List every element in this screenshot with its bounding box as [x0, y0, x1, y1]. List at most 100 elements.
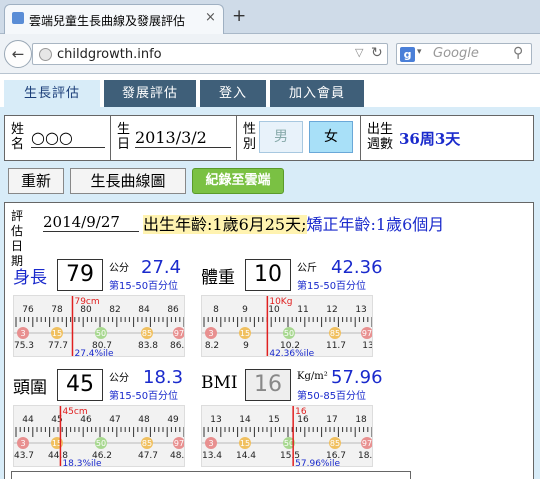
male-button[interactable]: 男: [259, 121, 303, 153]
browser-tab[interactable]: 雲端兒童生長曲線及發展評估 ×: [4, 4, 224, 34]
marker-percentile-label: 42.36%ile: [269, 349, 314, 357]
ruler-top-label: 12: [326, 305, 337, 315]
name-field[interactable]: ○○○: [31, 128, 105, 148]
percentile-range: 第15-50百分位: [109, 281, 179, 292]
marker-value-label: 79cm: [74, 297, 99, 307]
ruler-bottom-label: 11.7: [326, 341, 346, 351]
percentile-value: 18.3: [143, 367, 184, 388]
percentile-badge-label: 15: [240, 329, 250, 338]
tab-close-icon[interactable]: ×: [205, 10, 216, 25]
length-input[interactable]: 79: [57, 259, 103, 291]
google-icon[interactable]: g: [400, 47, 415, 62]
ruler-bottom-label: 86.2: [170, 341, 185, 351]
marker-percentile-label: 27.4%ile: [74, 349, 114, 357]
ruler-top-label: 47: [109, 415, 120, 425]
ruler-bottom-label: 77.7: [48, 341, 68, 351]
ruler-top-label: 44: [22, 415, 34, 425]
percentile-badge-label: 50: [96, 439, 106, 448]
eval-date-field[interactable]: 2014/9/27: [43, 213, 139, 232]
ruler-bottom-label: 43.7: [14, 451, 34, 461]
measure-label: 體重: [201, 268, 235, 288]
name-cell: 姓名 ○○○: [5, 116, 111, 160]
ruler-svg: 44 45 46 47 48 493 15 50 85 9743.7 44.8 46.2 47.7 48.…: [14, 406, 184, 466]
patient-info-row: 姓名 ○○○ 生日 2013/3/2 性別 男 女 出生 週數 36周3天: [4, 115, 534, 161]
gestation-value: 36周3天: [399, 130, 461, 148]
search-icon[interactable]: ⚲: [513, 45, 523, 61]
birthdate-label: 生日: [117, 122, 131, 152]
percentile-badge-label: 85: [142, 439, 152, 448]
marker-percentile-label: 57.96%ile: [295, 459, 340, 467]
percentile-ruler: 8 9 10 11 12 13 3 15 50 85 97 8.2 9 10.2 11.7 13 10Kg 42.…: [201, 295, 373, 357]
percentile-badge-label: 3: [208, 439, 213, 448]
percentile-badge-label: 3: [208, 329, 213, 338]
chronological-age: 出生年齡:1歲6月25天;: [143, 215, 307, 234]
tab-register[interactable]: 加入會員: [270, 80, 364, 107]
ruler-top-label: 8: [213, 305, 219, 315]
new-tab-icon[interactable]: +: [232, 8, 246, 25]
tab-login[interactable]: 登入: [200, 80, 266, 107]
percentile-ruler: 13 14 15 16 17 18 3 15 50 85 97 13.4 14.4 15.5 16.7 18.…: [201, 405, 373, 467]
measure-bmi: BMI 16 Kg/m² 57.96 第50-85百分位 13 14 15 16 17 1…: [201, 365, 385, 467]
ruler-top-label: 13: [210, 415, 221, 425]
percentile-badge-label: 3: [20, 329, 25, 338]
unit-label: Kg/m²: [297, 371, 328, 382]
ruler-top-label: 82: [109, 305, 120, 315]
percentile-badge-label: 97: [174, 439, 184, 448]
ruler-top-label: 15: [268, 415, 279, 425]
ruler-bottom-label: 18.1: [358, 451, 373, 461]
percentile-range: 第50-85百分位: [297, 391, 367, 402]
birthdate-cell: 生日 2013/3/2: [111, 116, 237, 160]
ruler-top-label: 48: [138, 415, 150, 425]
ruler-bottom-label: 9: [243, 341, 249, 351]
globe-icon: [39, 48, 52, 61]
percentile-value: 42.36: [331, 257, 383, 278]
ruler-bottom-label: 13.4: [202, 451, 222, 461]
ruler-bottom-label: 8.2: [205, 341, 219, 351]
save-cloud-button[interactable]: 紀錄至雲端: [192, 168, 284, 194]
female-button[interactable]: 女: [309, 121, 353, 153]
percentile-ruler: 44 45 46 47 48 49 3 15 50 85 97 43.7 44.8 46.2 47.7 48.…: [13, 405, 185, 467]
bmi-output: 16: [245, 369, 291, 401]
main-menu: 生長評估 發展評估 登入 加入會員: [0, 75, 540, 107]
head-input[interactable]: 45: [57, 369, 103, 401]
marker-value-label: 16: [295, 407, 307, 417]
ruler-bottom-label: 75.3: [14, 341, 34, 351]
unit-label: 公分: [109, 373, 129, 384]
name-label: 姓名: [11, 122, 25, 152]
weight-input[interactable]: 10: [245, 259, 291, 291]
reload-icon[interactable]: ↻: [371, 45, 383, 61]
growth-curve-button[interactable]: 生長曲線圖: [70, 168, 186, 194]
percentile-badge-label: 97: [362, 439, 372, 448]
percentile-value: 27.4: [141, 257, 182, 278]
tab-growth-eval[interactable]: 生長評估: [4, 80, 100, 107]
measure-length: 身長 79 公分 27.4 第15-50百分位 76 78 80 82 84 86 3 15 5…: [13, 255, 197, 357]
ruler-top-label: 13: [355, 305, 366, 315]
percentile-ruler: 76 78 80 82 84 86 3 15 50 85 97 75.3 77.7 80.7 83.8 86.…: [13, 295, 185, 357]
percentile-range: 第15-50百分位: [297, 281, 367, 292]
measure-label: 頭圍: [13, 378, 47, 398]
dropdown-arrow-icon[interactable]: ▽: [355, 46, 363, 59]
ruler-top-label: 49: [167, 415, 179, 425]
measure-head: 頭圍 45 公分 18.3 第15-50百分位 44 45 46 47 48 49 3 15 5…: [13, 365, 197, 467]
lower-panel: [11, 471, 411, 479]
ruler-top-label: 76: [22, 305, 34, 315]
percentile-badge-label: 97: [362, 329, 372, 338]
percentile-range: 第15-50百分位: [109, 391, 179, 402]
measure-weight: 體重 10 公斤 42.36 第15-50百分位 8 9 10 11 12 13 3 15 50…: [201, 255, 385, 357]
ruler-top-label: 9: [242, 305, 248, 315]
reset-button[interactable]: 重新: [8, 168, 64, 194]
percentile-badge-label: 3: [20, 439, 25, 448]
search-input[interactable]: Google: [433, 46, 479, 61]
ruler-svg: 13 14 15 16 17 183 15 50 85 9713.4 14.4 15.5 16.7 18.…: [202, 406, 373, 467]
back-button[interactable]: ←: [4, 40, 32, 68]
birthdate-field[interactable]: 2013/3/2: [135, 128, 231, 148]
address-bar[interactable]: childgrowth.info ▽ ↻: [32, 43, 388, 65]
unit-label: 公斤: [297, 263, 317, 274]
engine-dropdown-icon[interactable]: ▾: [417, 47, 422, 57]
percentile-badge-label: 15: [52, 329, 62, 338]
measure-label: BMI: [201, 373, 238, 393]
search-box[interactable]: g ▾ Google ⚲: [396, 43, 532, 65]
favicon-icon: [12, 12, 24, 24]
tab-development-eval[interactable]: 發展評估: [104, 80, 196, 107]
ruler-top-label: 18: [355, 415, 367, 425]
